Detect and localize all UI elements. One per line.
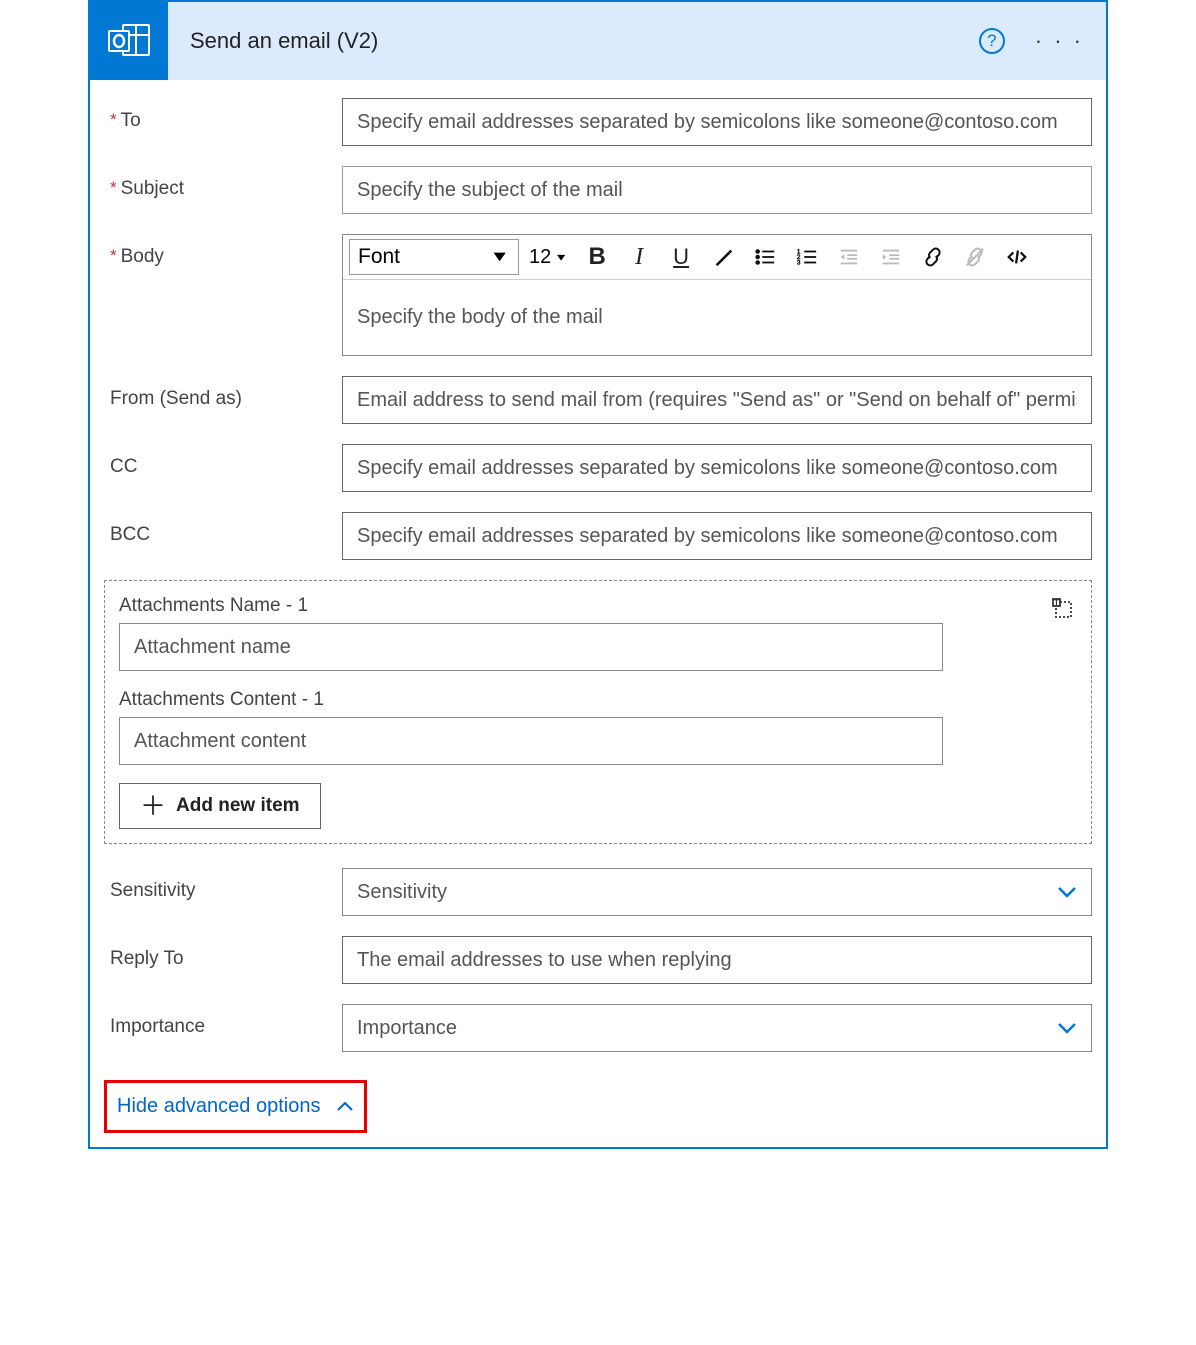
svg-text:T: T [1054,599,1059,608]
row-importance: Importance Importance [104,1004,1092,1052]
chevron-down-icon [1057,882,1077,903]
attachment-content-label: Attachments Content - 1 [119,689,1077,711]
add-new-item-button[interactable]: ＋ Add new item [119,783,321,829]
unlink-button[interactable] [956,239,994,275]
help-icon[interactable]: ? [979,28,1005,54]
attachments-section: T Attachments Name - 1 Attachments Conte… [104,580,1092,844]
card-body: To Subject Body Font ▼ [90,80,1106,1147]
row-bcc: BCC [104,512,1092,560]
outlook-icon [90,2,168,80]
chevron-down-icon [1057,1018,1077,1039]
row-cc: CC [104,444,1092,492]
from-input[interactable] [342,376,1092,424]
rich-text-editor: Font ▼ 12 ▼ B I U [342,234,1092,356]
add-new-item-label: Add new item [176,795,300,817]
label-to: To [104,98,342,132]
code-view-button[interactable] [998,239,1036,275]
label-replyto: Reply To [104,936,342,970]
link-button[interactable] [914,239,952,275]
array-mode-toggle-icon[interactable]: T [1051,597,1075,626]
italic-button[interactable]: I [620,239,658,275]
header-actions: ? · · · [979,28,1106,54]
font-size-label: 12 [529,246,551,269]
plus-icon: ＋ [140,793,166,819]
underline-button[interactable]: U [662,239,700,275]
numbered-list-button[interactable]: 123 [788,239,826,275]
caret-down-icon: ▼ [554,251,568,262]
sensitivity-value: Sensitivity [357,881,447,904]
row-body: Body Font ▼ 12 ▼ B I U [104,234,1092,356]
svg-text:3: 3 [797,259,801,266]
label-from: From (Send as) [104,376,342,410]
card-header: Send an email (V2) ? · · · [90,2,1106,80]
label-cc: CC [104,444,342,478]
font-picker[interactable]: Font ▼ [349,239,519,275]
body-input[interactable]: Specify the body of the mail [343,280,1091,355]
row-to: To [104,98,1092,146]
row-subject: Subject [104,166,1092,214]
chevron-up-icon [336,1095,354,1118]
font-picker-label: Font [358,245,400,269]
cc-input[interactable] [342,444,1092,492]
label-body: Body [104,234,342,268]
label-importance: Importance [104,1004,342,1038]
label-sensitivity: Sensitivity [104,868,342,902]
more-menu-icon[interactable]: · · · [1035,28,1084,54]
attachment-content-input[interactable] [119,717,943,765]
bold-button[interactable]: B [578,239,616,275]
importance-select[interactable]: Importance [342,1004,1092,1052]
to-input[interactable] [342,98,1092,146]
label-subject: Subject [104,166,342,200]
rte-toolbar: Font ▼ 12 ▼ B I U [343,235,1091,280]
label-bcc: BCC [104,512,342,546]
outdent-button[interactable] [830,239,868,275]
color-picker-button[interactable] [704,239,742,275]
hide-advanced-options-label: Hide advanced options [117,1095,320,1118]
font-size-picker[interactable]: 12 ▼ [523,239,574,275]
indent-button[interactable] [872,239,910,275]
sensitivity-select[interactable]: Sensitivity [342,868,1092,916]
bcc-input[interactable] [342,512,1092,560]
action-card: Send an email (V2) ? · · · To Subject Bo… [88,0,1108,1149]
attachment-name-label: Attachments Name - 1 [119,595,1077,617]
subject-input[interactable] [342,166,1092,214]
hide-advanced-options-button[interactable]: Hide advanced options [109,1085,362,1128]
bulleted-list-button[interactable] [746,239,784,275]
caret-down-icon: ▼ [489,249,510,266]
row-replyto: Reply To [104,936,1092,984]
replyto-input[interactable] [342,936,1092,984]
importance-value: Importance [357,1017,457,1040]
advanced-options-highlight: Hide advanced options [104,1080,367,1133]
card-title: Send an email (V2) [168,28,979,54]
row-from: From (Send as) [104,376,1092,424]
row-sensitivity: Sensitivity Sensitivity [104,868,1092,916]
attachment-name-input[interactable] [119,623,943,671]
